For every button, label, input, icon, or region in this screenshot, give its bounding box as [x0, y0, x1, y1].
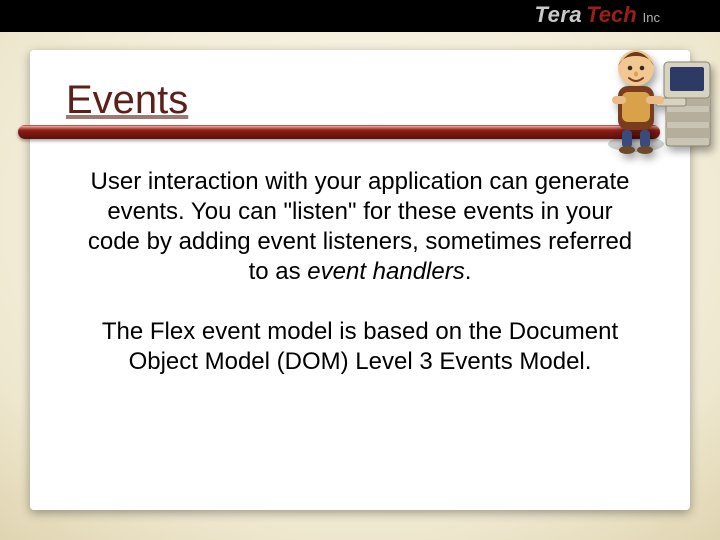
title-divider [18, 125, 660, 139]
paragraph: The Flex event model is based on the Doc… [82, 317, 638, 377]
text: The Flex event model is based on the Doc… [102, 318, 618, 375]
text: . [465, 258, 472, 285]
emphasis: event handlers [307, 258, 464, 285]
paragraph: User interaction with your application c… [82, 167, 638, 287]
slide-title: Events [66, 78, 660, 123]
content-card: Events User interaction with your applic… [30, 50, 690, 510]
slide: Tera Tech Inc Events User int [0, 0, 720, 540]
brand-tech: Tech [586, 2, 637, 28]
brand-tera: Tera [534, 2, 582, 28]
mascot-icon [604, 26, 714, 156]
brand-inc: Inc [643, 10, 660, 25]
brand-logo: Tera Tech Inc [534, 2, 660, 28]
slide-body: User interaction with your application c… [60, 167, 660, 377]
